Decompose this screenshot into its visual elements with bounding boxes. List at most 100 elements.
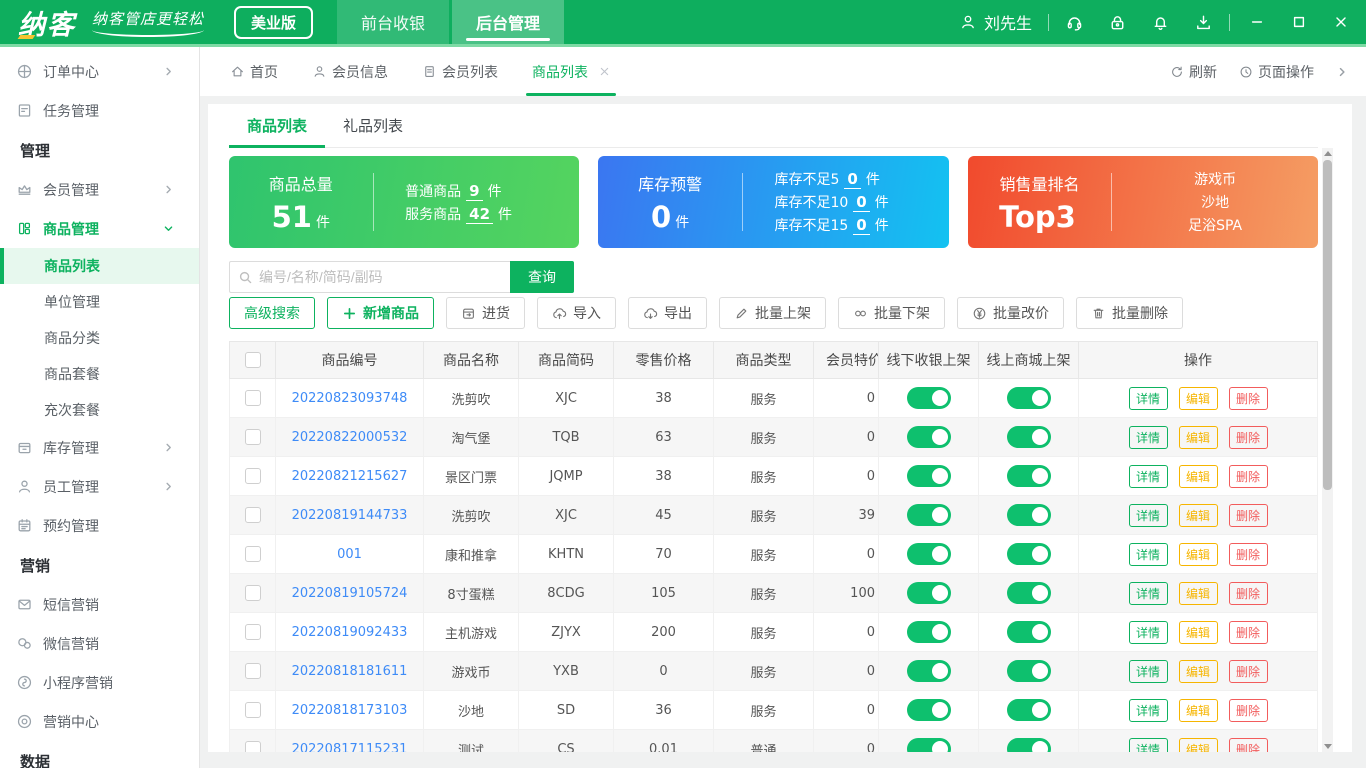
delete-button[interactable]: 删除: [1228, 503, 1268, 527]
offline-pos-toggle[interactable]: [906, 621, 951, 643]
edit-button[interactable]: 编辑: [1178, 659, 1218, 683]
vertical-scrollbar[interactable]: [1322, 148, 1333, 752]
minimize-icon[interactable]: [1250, 15, 1264, 29]
toolbar-button[interactable]: 导入: [537, 297, 616, 329]
product-code-link[interactable]: 20220821215627: [292, 469, 408, 484]
edit-button[interactable]: 编辑: [1178, 737, 1218, 752]
search-input[interactable]: [259, 269, 510, 285]
sidebar-item[interactable]: 库存管理: [0, 428, 199, 467]
detail-button[interactable]: 详情: [1128, 737, 1168, 752]
offline-pos-toggle[interactable]: [906, 504, 951, 526]
online-mall-toggle[interactable]: [1006, 543, 1051, 565]
edition-button[interactable]: 美业版: [234, 5, 314, 39]
row-checkbox[interactable]: [244, 468, 261, 484]
download-icon[interactable]: [1194, 13, 1213, 32]
product-code-link[interactable]: 20220818181611: [292, 664, 408, 679]
product-code-link[interactable]: 20220818173103: [292, 703, 408, 718]
offline-pos-toggle[interactable]: [906, 582, 951, 604]
sidebar-item[interactable]: 订单中心: [0, 52, 199, 91]
close-icon[interactable]: [599, 66, 610, 77]
row-checkbox[interactable]: [244, 429, 261, 445]
delete-button[interactable]: 删除: [1228, 737, 1268, 752]
detail-button[interactable]: 详情: [1128, 464, 1168, 488]
toolbar-button[interactable]: 新增商品: [327, 297, 434, 329]
scroll-down-arrow[interactable]: [1322, 741, 1333, 752]
delete-button[interactable]: 删除: [1228, 386, 1268, 410]
sidebar-item[interactable]: 任务管理: [0, 91, 199, 130]
edit-button[interactable]: 编辑: [1178, 464, 1218, 488]
product-code-link[interactable]: 20220819105724: [292, 586, 408, 601]
user-menu[interactable]: 刘先生: [959, 10, 1032, 34]
delete-button[interactable]: 删除: [1228, 620, 1268, 644]
maximize-icon[interactable]: [1292, 15, 1306, 29]
product-code-link[interactable]: 20220819092433: [292, 625, 408, 640]
sidebar-item[interactable]: 小程序营销: [0, 663, 199, 702]
sidebar-item[interactable]: 微信营销: [0, 624, 199, 663]
detail-button[interactable]: 详情: [1128, 659, 1168, 683]
headset-icon[interactable]: [1065, 13, 1084, 32]
edit-button[interactable]: 编辑: [1178, 620, 1218, 644]
toolbar-button[interactable]: 导出: [628, 297, 707, 329]
chevron-right-icon[interactable]: [1336, 66, 1348, 78]
edit-button[interactable]: 编辑: [1178, 503, 1218, 527]
sidebar-item[interactable]: 员工管理: [0, 467, 199, 506]
delete-button[interactable]: 删除: [1228, 659, 1268, 683]
online-mall-toggle[interactable]: [1006, 504, 1051, 526]
detail-button[interactable]: 详情: [1128, 425, 1168, 449]
edit-button[interactable]: 编辑: [1178, 698, 1218, 722]
edit-button[interactable]: 编辑: [1178, 581, 1218, 605]
refresh-button[interactable]: 刷新: [1170, 62, 1217, 82]
offline-pos-toggle[interactable]: [906, 543, 951, 565]
online-mall-toggle[interactable]: [1006, 660, 1051, 682]
detail-button[interactable]: 详情: [1128, 503, 1168, 527]
toolbar-button[interactable]: 批量上架: [719, 297, 826, 329]
header-nav-tab[interactable]: 前台收银: [337, 0, 450, 44]
row-checkbox[interactable]: [244, 507, 261, 523]
edit-button[interactable]: 编辑: [1178, 542, 1218, 566]
toolbar-button[interactable]: 批量改价: [957, 297, 1064, 329]
toolbar-button[interactable]: 批量删除: [1076, 297, 1183, 329]
lock-icon[interactable]: [1108, 13, 1127, 32]
online-mall-toggle[interactable]: [1006, 738, 1051, 752]
sidebar-subitem[interactable]: 商品分类: [0, 320, 199, 356]
detail-button[interactable]: 详情: [1128, 620, 1168, 644]
row-checkbox[interactable]: [244, 624, 261, 640]
product-code-link[interactable]: 20220823093748: [292, 391, 408, 406]
online-mall-toggle[interactable]: [1006, 582, 1051, 604]
row-checkbox[interactable]: [244, 390, 261, 406]
row-checkbox[interactable]: [244, 741, 261, 752]
sidebar-subitem[interactable]: 单位管理: [0, 284, 199, 320]
panel-tab[interactable]: 商品列表: [229, 104, 326, 148]
row-checkbox[interactable]: [244, 663, 261, 679]
row-checkbox[interactable]: [244, 585, 261, 601]
sidebar-item[interactable]: 预约管理: [0, 506, 199, 545]
online-mall-toggle[interactable]: [1006, 426, 1051, 448]
sidebar-subitem[interactable]: 商品列表: [0, 248, 199, 284]
sidebar-item[interactable]: 营销中心: [0, 702, 199, 741]
delete-button[interactable]: 删除: [1228, 542, 1268, 566]
delete-button[interactable]: 删除: [1228, 425, 1268, 449]
breadcrumb-tab[interactable]: 商品列表: [526, 47, 616, 96]
delete-button[interactable]: 删除: [1228, 581, 1268, 605]
delete-button[interactable]: 删除: [1228, 698, 1268, 722]
toolbar-button[interactable]: 批量下架: [838, 297, 945, 329]
product-code-link[interactable]: 001: [337, 547, 362, 562]
offline-pos-toggle[interactable]: [906, 465, 951, 487]
detail-button[interactable]: 详情: [1128, 542, 1168, 566]
select-all-checkbox[interactable]: [244, 352, 261, 368]
online-mall-toggle[interactable]: [1006, 465, 1051, 487]
edit-button[interactable]: 编辑: [1178, 386, 1218, 410]
offline-pos-toggle[interactable]: [906, 699, 951, 721]
detail-button[interactable]: 详情: [1128, 581, 1168, 605]
close-icon[interactable]: [1334, 15, 1348, 29]
offline-pos-toggle[interactable]: [906, 738, 951, 752]
offline-pos-toggle[interactable]: [906, 660, 951, 682]
sidebar-subitem[interactable]: 充次套餐: [0, 392, 199, 428]
header-nav-tab[interactable]: 后台管理: [452, 0, 565, 44]
scroll-up-arrow[interactable]: [1322, 148, 1333, 159]
product-code-link[interactable]: 20220817115231: [292, 742, 408, 753]
breadcrumb-tab[interactable]: 会员信息: [312, 47, 388, 96]
detail-button[interactable]: 详情: [1128, 386, 1168, 410]
sidebar-item[interactable]: 商品管理: [0, 209, 199, 248]
online-mall-toggle[interactable]: [1006, 621, 1051, 643]
